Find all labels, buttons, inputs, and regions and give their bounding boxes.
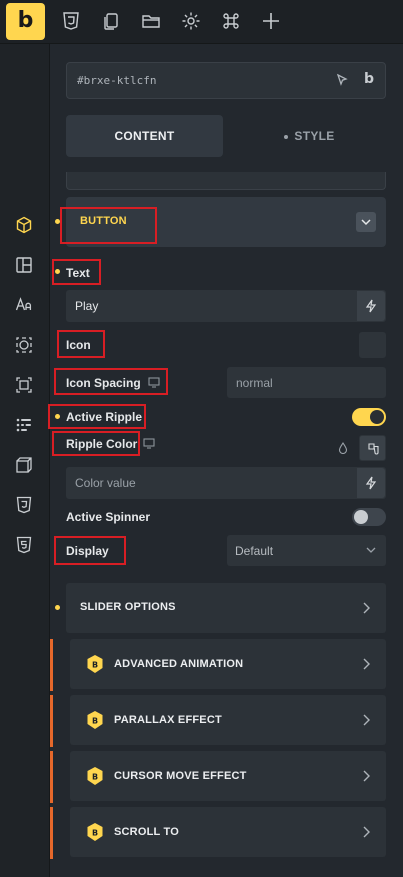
annotation-box (60, 207, 157, 244)
modified-dot (55, 605, 60, 610)
plugin-badge-icon: B (87, 823, 103, 841)
element-id-text: #brxe-ktlcfn (77, 74, 157, 87)
accordion-label: CURSOR MOVE EFFECT (114, 770, 247, 782)
element-id-field[interactable]: #brxe-ktlcfn b (66, 62, 386, 99)
chevron-right-icon (363, 826, 370, 838)
chevron-down-icon[interactable] (356, 212, 376, 232)
frame-icon[interactable] (14, 335, 34, 355)
accordion-label: SLIDER OPTIONS (80, 601, 176, 613)
plugin-indicator (50, 751, 53, 803)
svg-text:B: B (92, 773, 98, 782)
active-ripple-toggle[interactable] (352, 408, 386, 426)
css3-icon[interactable] (59, 9, 83, 33)
settings-panel: #brxe-ktlcfn b CONTENT STYLE BUTTON Text… (48, 44, 403, 877)
active-spinner-toggle[interactable] (352, 508, 386, 526)
plugin-badge-icon: B (87, 655, 103, 673)
gear-icon[interactable] (179, 9, 203, 33)
active-spinner-label: Active Spinner (66, 510, 151, 524)
typography-icon[interactable] (14, 295, 34, 315)
text-input[interactable]: Play (66, 290, 386, 322)
annotation-box (54, 368, 168, 395)
folder-icon[interactable] (139, 9, 163, 33)
3d-box-icon[interactable] (14, 455, 34, 475)
accordion-advanced-animation[interactable]: B ADVANCED ANIMATION (50, 639, 387, 691)
plus-icon[interactable] (259, 9, 283, 33)
bolt-icon (365, 299, 377, 313)
plugin-indicator (50, 807, 53, 859)
plugin-badge-icon: B (87, 711, 103, 729)
accordion-box[interactable]: B ADVANCED ANIMATION (70, 639, 386, 689)
command-icon[interactable] (219, 9, 243, 33)
style-dot (284, 134, 289, 139)
accordion-label: SCROLL TO (114, 826, 179, 838)
chevron-right-icon (363, 658, 370, 670)
chevron-down-icon (366, 547, 376, 553)
svg-text:B: B (92, 829, 98, 838)
accordion-slider-options[interactable]: SLIDER OPTIONS (66, 583, 386, 633)
annotation-box (57, 330, 105, 358)
svg-text:B: B (92, 717, 98, 726)
annotation-box (52, 259, 101, 285)
bricks-logo-icon: b (363, 71, 374, 87)
selection-icon[interactable] (14, 375, 34, 395)
annotation-box (48, 404, 146, 429)
toggle-knob (370, 410, 384, 424)
icon-spacing-input[interactable]: normal (227, 367, 386, 398)
plugin-badge-icon: B (87, 767, 103, 785)
color-palette-button[interactable] (359, 435, 386, 461)
annotation-box (54, 536, 126, 565)
display-select[interactable]: Default (227, 535, 386, 566)
accordion-cursor-move-effect[interactable]: B CURSOR MOVE EFFECT (50, 751, 387, 803)
svg-text:B: B (92, 661, 98, 670)
previous-section-edge (66, 172, 386, 190)
accordion-label: PARALLAX EFFECT (114, 714, 222, 726)
chevron-right-icon (363, 770, 370, 782)
icon-picker[interactable] (359, 332, 386, 358)
copy-pages-icon[interactable] (99, 9, 123, 33)
desktop-icon (143, 438, 155, 449)
accordion-parallax-effect[interactable]: B PARALLAX EFFECT (50, 695, 387, 747)
top-toolbar: b (0, 0, 403, 44)
palette-icon (368, 443, 379, 455)
tab-style[interactable]: STYLE (231, 115, 388, 157)
dynamic-data-button[interactable] (357, 468, 385, 498)
tab-content[interactable]: CONTENT (66, 115, 223, 157)
plugin-indicator (50, 695, 53, 747)
color-value-input[interactable]: Color value (66, 467, 386, 499)
color-value-placeholder: Color value (75, 476, 136, 490)
accordion-label: ADVANCED ANIMATION (114, 658, 244, 670)
accordion-box[interactable]: B PARALLAX EFFECT (70, 695, 386, 745)
chevron-right-icon (363, 714, 370, 726)
accordion-box[interactable]: B CURSOR MOVE EFFECT (70, 751, 386, 801)
text-input-value: Play (75, 299, 99, 313)
cube-icon[interactable] (14, 215, 34, 235)
bolt-icon (365, 476, 377, 490)
dynamic-data-button[interactable] (357, 291, 385, 321)
left-rail (0, 44, 50, 877)
accordion-scroll-to[interactable]: B SCROLL TO (50, 807, 387, 859)
layout-icon[interactable] (14, 255, 34, 275)
drop-icon[interactable] (338, 442, 348, 454)
css3-icon[interactable] (14, 495, 34, 515)
grid-dots-icon[interactable] (14, 415, 34, 435)
chevron-right-icon (363, 602, 370, 614)
plugin-indicator (50, 639, 53, 691)
icon-spacing-placeholder: normal (236, 375, 273, 390)
annotation-box (52, 431, 140, 456)
cursor-select-icon[interactable] (335, 73, 349, 87)
toggle-knob (354, 510, 368, 524)
accordion-box[interactable]: B SCROLL TO (70, 807, 386, 857)
tab-style-label: STYLE (294, 129, 335, 143)
display-select-value: Default (235, 544, 274, 558)
html5-icon[interactable] (14, 535, 34, 555)
builder-logo[interactable]: b (6, 3, 45, 40)
